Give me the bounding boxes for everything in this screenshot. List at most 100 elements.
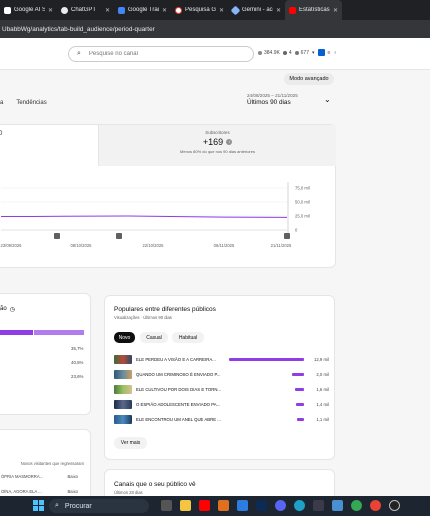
pill-habitual[interactable]: Habitual: [172, 332, 204, 343]
close-tab-icon[interactable]: ✕: [276, 7, 281, 14]
browser-tab-active[interactable]: Estatísticas do✕: [285, 0, 342, 20]
notepad-icon[interactable]: [332, 500, 343, 511]
help-icon[interactable]: ▾: [312, 50, 315, 56]
chrome-icon[interactable]: [351, 500, 362, 511]
card-subtitle: Últimos 28 dias: [114, 490, 143, 495]
app-icon[interactable]: [237, 500, 248, 511]
y-tick-label: 75,0 mil: [295, 186, 310, 191]
row-value: Baixo: [67, 489, 78, 494]
video-bar: [297, 418, 304, 421]
card-title: Canais que o seu público vê: [114, 481, 196, 488]
chevron-down-icon[interactable]: ⌄: [324, 95, 331, 104]
x-tick-label: 08/10/2025: [71, 243, 93, 248]
close-tab-icon[interactable]: ✕: [48, 7, 53, 14]
tab-favicon-icon: [118, 6, 125, 14]
x-tick-label: 23/09/2025: [1, 243, 23, 248]
percent-value: 40,5%: [71, 360, 84, 365]
edge-icon[interactable]: [294, 500, 305, 511]
segment-bar-1: [0, 330, 33, 335]
star-icon: [282, 50, 287, 55]
address-bar[interactable]: UbabbWg/analytics/tab-build_audience/per…: [0, 20, 430, 38]
windows-start-icon[interactable]: [33, 500, 44, 511]
video-row[interactable]: O ESPIÃO ADOLESCENTE ENVIADO PA... 1,4 m…: [114, 399, 329, 410]
stat-chip[interactable]: 677: [294, 50, 309, 56]
task-view-icon[interactable]: [161, 500, 172, 511]
browser-tab[interactable]: Pesquisa Goog✕: [171, 0, 228, 20]
app-icon[interactable]: [218, 500, 229, 511]
taskbar-search[interactable]: ⌕ Procurar: [49, 499, 149, 513]
video-bar-track: [229, 373, 304, 376]
browser-tab[interactable]: ChatGPT ✕: [57, 0, 114, 20]
video-bar: [295, 388, 304, 391]
percent-value: 35,7%: [71, 346, 84, 351]
y-tick-label: 25,0 mil: [295, 214, 310, 219]
video-row[interactable]: ELE PERDEU A VISÃO E A CARREIRA... 12,9 …: [114, 354, 329, 365]
period-selector[interactable]: 24/08/2025 – 21/11/2025 Últimos 90 dias: [247, 93, 298, 106]
close-tab-icon[interactable]: ✕: [219, 7, 224, 14]
chrome-icon[interactable]: [370, 500, 381, 511]
list-icon[interactable]: ≡: [328, 50, 331, 56]
tab-trends[interactable]: Tendências: [16, 100, 46, 106]
clock-icon[interactable]: ◷: [10, 306, 15, 313]
url-text: UbabbWg/analytics/tab-build_audience/per…: [2, 25, 155, 33]
video-bar-track: [229, 418, 304, 421]
y-tick-label: 50,0 mil: [295, 200, 310, 205]
app-icon[interactable]: [313, 500, 324, 511]
video-row[interactable]: ELE ENCONTROU UM ANEL QUE ABRE ... 1,1 m…: [114, 414, 329, 425]
stat-chip[interactable]: 4: [282, 50, 292, 56]
account-icon[interactable]: ♀: [333, 50, 337, 56]
line-chart: 75,0 mil 50,0 mil 25,0 mil 0 23/09/2025 08/10…: [1, 182, 310, 248]
close-tab-icon[interactable]: ✕: [333, 7, 338, 14]
tab-favicon-icon: [4, 6, 11, 14]
browser-tab[interactable]: Google AI Stu✕: [0, 0, 57, 20]
media-icon[interactable]: [389, 500, 400, 511]
row-value: Baixo: [67, 474, 78, 479]
video-thumbnail: [114, 370, 132, 379]
browser-tab[interactable]: Google Tradu✕: [114, 0, 171, 20]
pill-new[interactable]: Novo: [114, 332, 135, 343]
file-explorer-icon[interactable]: [180, 500, 191, 511]
stat-chip[interactable]: 384.9K: [258, 50, 280, 56]
pill-casual[interactable]: Casual: [140, 332, 168, 343]
see-more-button[interactable]: Ver mais: [114, 437, 147, 449]
row-name: OÍNA, AGORA ELA ...: [1, 489, 42, 494]
photoshop-icon[interactable]: [256, 500, 267, 511]
period-label: Últimos 90 dias: [247, 99, 291, 106]
close-tab-icon[interactable]: ✕: [162, 7, 167, 14]
video-value: 1,1 mil: [316, 417, 329, 422]
advanced-mode-button[interactable]: Modo avançado: [284, 73, 334, 85]
video-value: 1,6 mil: [316, 387, 329, 392]
x-tick-label: 06/11/2025: [214, 243, 235, 248]
discord-icon[interactable]: [275, 500, 286, 511]
period-range: 24/08/2025 – 21/11/2025: [247, 93, 298, 98]
segment-bar-2: [34, 330, 84, 335]
video-value: 2,0 mil: [316, 372, 329, 377]
search-input[interactable]: [88, 51, 229, 57]
tab-favicon-icon: [61, 6, 68, 14]
video-bar-track: [229, 358, 304, 361]
video-marker-icon: [54, 233, 60, 239]
youtube-app-icon[interactable]: [199, 500, 210, 511]
search-icon: ⌕: [55, 502, 59, 509]
column-header: Novos visitantes que regressaram: [20, 461, 84, 466]
video-value: 1,4 mil: [316, 402, 329, 407]
tab-favicon-icon: [175, 6, 182, 14]
video-title: ELE PERDEU A VISÃO E A CARREIRA...: [136, 357, 216, 362]
video-title: ELE ENCONTROU UM ANEL QUE ABRE ...: [136, 417, 221, 422]
create-icon[interactable]: [317, 49, 325, 56]
video-row[interactable]: ELE CULTIVOU POR DOIS DIAS E TORN... 1,6…: [114, 384, 329, 395]
studio-header: ⌕ 384.9K 4 677 ▾ ≡ ♀: [0, 38, 430, 70]
youtube-favicon-icon: [289, 6, 296, 14]
windows-taskbar: ⌕ Procurar: [0, 496, 430, 516]
views-icon: [258, 50, 262, 55]
browser-tab[interactable]: Gemini - acess✕: [228, 0, 285, 20]
tab-favicon-icon: [230, 5, 241, 15]
channel-search[interactable]: ⌕: [68, 46, 254, 62]
video-row[interactable]: QUANDO UM CRIMINOSO É ENVIADO P... 2,0 m…: [114, 369, 329, 380]
tab-partial[interactable]: a: [0, 100, 3, 106]
video-bar: [229, 358, 304, 361]
search-icon: ⌕: [77, 50, 81, 57]
close-tab-icon[interactable]: ✕: [105, 7, 110, 14]
video-bar: [292, 373, 304, 376]
header-stats: 384.9K 4 677 ▾ ≡ ♀: [258, 49, 337, 56]
